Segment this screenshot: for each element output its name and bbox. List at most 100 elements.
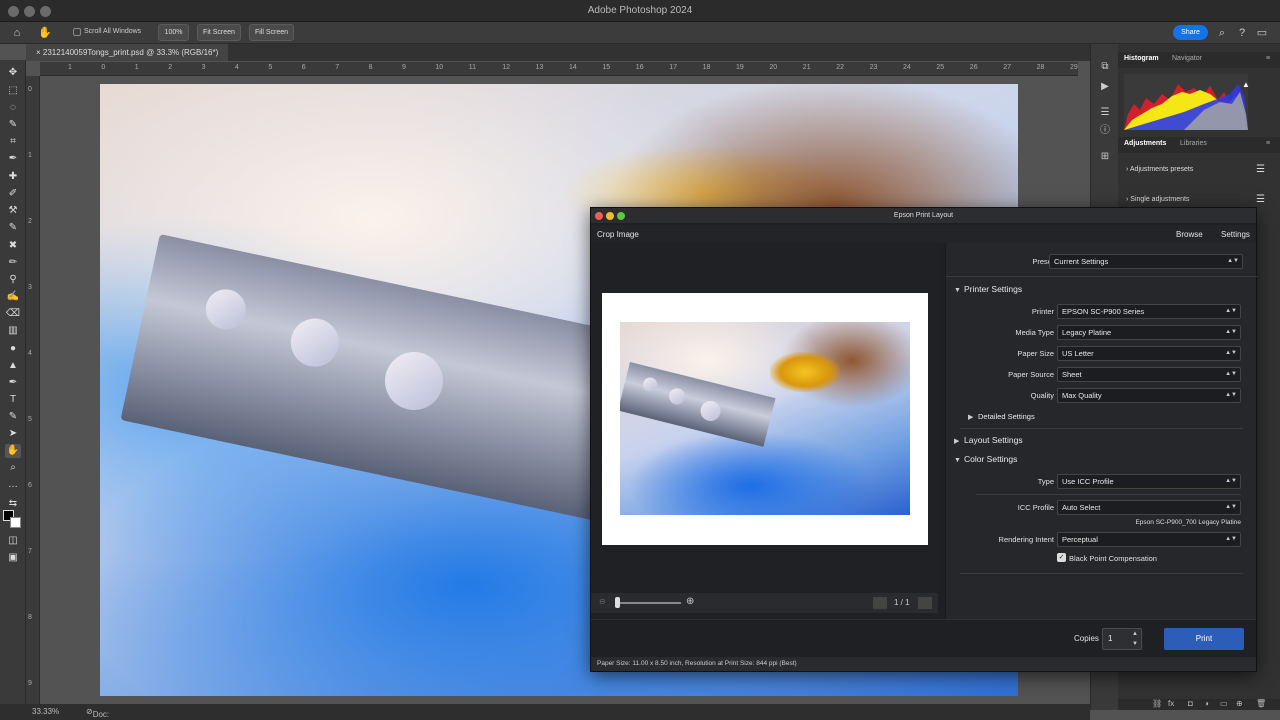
info-panel-icon[interactable]: ⓘ [1098, 124, 1112, 138]
path-select-tool-icon[interactable]: ✎ [5, 410, 21, 424]
printer-select[interactable]: EPSON SC-P900 Series ▲▼ [1057, 304, 1241, 319]
direct-select-tool-icon[interactable]: ➤ [5, 427, 21, 441]
crop-tool-icon[interactable]: ⌗ [5, 135, 21, 149]
print-button[interactable]: Print [1164, 628, 1244, 650]
libraries-panel-icon[interactable]: ⊞ [1098, 150, 1112, 164]
copies-stepper[interactable]: 1 ▲ ▼ [1102, 628, 1142, 650]
browse-button[interactable]: Browse [1176, 230, 1203, 239]
histogram-warning-icon[interactable]: ▲ [1242, 80, 1250, 89]
help-icon[interactable]: ? [1235, 26, 1249, 40]
new-layer-icon[interactable]: ⊕ [1236, 699, 1243, 708]
tab-navigator[interactable]: Navigator [1172, 55, 1202, 62]
workspace-icon[interactable]: ▭ [1255, 26, 1269, 40]
quick-select-tool-icon[interactable]: ✎ [5, 118, 21, 132]
spot-heal-tool-icon[interactable]: ✚ [5, 170, 21, 184]
history-brush-tool-icon[interactable]: ✎ [5, 221, 21, 235]
panel-menu-icon[interactable]: ≡ [1266, 55, 1270, 62]
zoom-out-icon[interactable]: ⊖ [599, 597, 606, 606]
paper-source-select[interactable]: Sheet ▲▼ [1057, 367, 1241, 382]
presets-list-icon[interactable]: ☰ [1256, 164, 1265, 175]
single-list-icon[interactable]: ☰ [1256, 194, 1265, 205]
blur-tool-icon[interactable]: ● [5, 342, 21, 356]
settings-button[interactable]: Settings [1221, 230, 1250, 239]
layout-settings-header[interactable]: ▶ Layout Settings [954, 435, 1023, 445]
delete-layer-icon[interactable]: 🗑 [1256, 699, 1266, 708]
zoom-in-icon[interactable]: ⊕ [686, 596, 694, 607]
swap-colors-icon[interactable]: ⇆ [5, 497, 21, 511]
adjustments-presets-row[interactable]: › Adjustments presets [1126, 166, 1193, 173]
print-image-preview[interactable] [620, 322, 910, 515]
quality-value: Max Quality [1062, 391, 1102, 400]
quality-select[interactable]: Max Quality ▲▼ [1057, 388, 1241, 403]
paper-size-select[interactable]: US Letter ▲▼ [1057, 346, 1241, 361]
clone-stamp-tool-icon[interactable]: ⚒ [5, 204, 21, 218]
more-tools-icon[interactable]: … [5, 478, 21, 492]
hand-tool-icon[interactable]: ✋ [38, 26, 52, 40]
close-tab-icon[interactable]: × [36, 48, 43, 57]
preset-select[interactable]: Current Settings ▲▼ [1049, 254, 1243, 269]
add-mask-icon[interactable]: ◘ [1188, 699, 1193, 708]
background-color-swatch[interactable] [10, 517, 21, 528]
history-panel-icon[interactable]: ⧉ [1098, 60, 1112, 74]
share-button[interactable]: Share [1173, 25, 1208, 40]
move-tool-icon[interactable]: ✥ [5, 66, 21, 80]
type-tool-icon[interactable]: T [5, 393, 21, 407]
gradient-tool-icon[interactable]: ▥ [5, 324, 21, 338]
crop-image-button[interactable]: Crop Image [597, 230, 639, 239]
color-settings-header[interactable]: ▼ Color Settings [954, 454, 1017, 464]
home-icon[interactable]: ⌂ [10, 26, 24, 40]
fit-screen-button[interactable]: Fit Screen [197, 24, 241, 41]
screen-mode-icon[interactable]: ▣ [5, 551, 21, 565]
zoom-level[interactable]: 33.33% [32, 707, 59, 716]
dodge-tool-icon[interactable]: ▲ [5, 359, 21, 373]
scroll-all-windows-checkbox[interactable] [73, 28, 81, 36]
next-page-button[interactable] [918, 597, 932, 609]
fill-screen-button[interactable]: Fill Screen [249, 24, 294, 41]
dialog-zoom-icon[interactable] [617, 212, 625, 220]
media-type-select[interactable]: Legacy Platine ▲▼ [1057, 325, 1241, 340]
rendering-intent-select[interactable]: Perceptual ▲▼ [1057, 532, 1241, 547]
tab-histogram[interactable]: Histogram [1124, 55, 1159, 62]
stepper-arrows-icon[interactable]: ▲ ▼ [1132, 629, 1138, 649]
preset-value: Current Settings [1054, 257, 1109, 266]
icc-profile-select[interactable]: Auto Select ▲▼ [1057, 500, 1241, 515]
brush-alt-tool-icon[interactable]: ✏ [5, 256, 21, 270]
brush-tool-icon[interactable]: ✐ [5, 187, 21, 201]
histogram-graph [1124, 84, 1248, 130]
hand-tool-active-icon[interactable]: ✋ [5, 444, 21, 458]
eyedropper-tool-icon[interactable]: ✒ [5, 152, 21, 166]
prev-page-button[interactable] [873, 597, 887, 609]
marquee-tool-icon[interactable]: ⬚ [5, 84, 21, 98]
history-tool-icon[interactable]: ✍ [5, 290, 21, 304]
adjustment-layer-icon[interactable]: ◑ [1204, 699, 1209, 708]
tab-adjustments[interactable]: Adjustments [1124, 140, 1166, 147]
detailed-settings-row[interactable]: ▶ Detailed Settings [968, 412, 1035, 421]
dialog-close-icon[interactable] [595, 212, 603, 220]
lasso-tool-icon[interactable]: ◌ [5, 101, 21, 115]
type-select[interactable]: Use ICC Profile ▲▼ [1057, 474, 1241, 489]
adjustments-panel-menu-icon[interactable]: ≡ [1266, 140, 1270, 147]
properties-panel-icon[interactable]: ☰ [1098, 106, 1112, 120]
single-adjustments-row[interactable]: › Single adjustments [1126, 196, 1189, 203]
link-layers-icon[interactable]: ⛓ [1152, 699, 1162, 708]
stamp-tool-icon[interactable]: ⚲ [5, 273, 21, 287]
dialog-minimize-icon[interactable] [606, 212, 614, 220]
zoom-slider-track[interactable] [617, 602, 681, 604]
eraser-tool-icon[interactable]: ⌫ [5, 307, 21, 321]
tab-libraries[interactable]: Libraries [1180, 140, 1207, 147]
healing-tool-icon[interactable]: ✖ [5, 239, 21, 253]
black-point-compensation-checkbox[interactable]: ✓ [1057, 553, 1066, 562]
document-tab[interactable]: × 2312140059Tongs_print.psd @ 33.3% (RGB… [26, 44, 229, 61]
actions-play-icon[interactable]: ▶ [1098, 80, 1112, 94]
search-icon[interactable]: ⌕ [1215, 26, 1229, 40]
print-preview-pane [591, 243, 938, 593]
zoom-tool-icon[interactable]: ⌕ [5, 461, 21, 475]
zoom-100-button[interactable]: 100% [158, 24, 189, 41]
new-group-icon[interactable]: ▭ [1220, 699, 1228, 708]
paper-size-value: US Letter [1062, 349, 1094, 358]
fx-icon[interactable]: fx [1168, 699, 1174, 708]
quick-mask-icon[interactable]: ◫ [5, 534, 21, 548]
zoom-slider-handle[interactable] [615, 597, 620, 608]
pen-tool-icon[interactable]: ✒ [5, 376, 21, 390]
printer-settings-header[interactable]: ▼ Printer Settings [954, 284, 1022, 294]
